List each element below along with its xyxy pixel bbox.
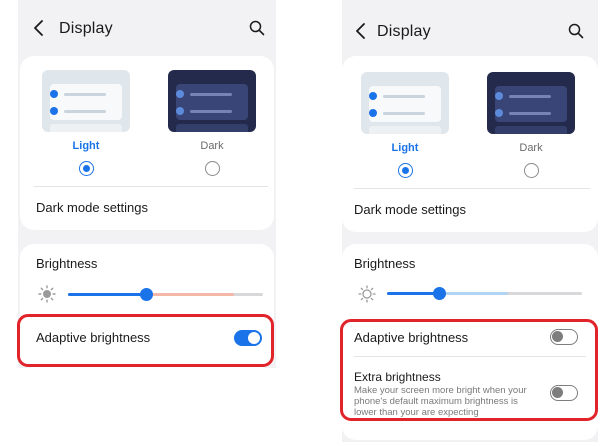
page-title: Display <box>377 23 431 40</box>
sun-icon <box>358 285 376 303</box>
brightness-slider-fill <box>68 293 146 296</box>
light-theme-label: Light <box>72 140 100 152</box>
dark-mode-settings-item[interactable]: Dark mode settings <box>36 200 148 215</box>
dark-theme-preview[interactable] <box>487 72 575 134</box>
search-icon[interactable] <box>568 23 584 39</box>
app-bar: Display <box>18 0 276 56</box>
light-theme-preview[interactable] <box>42 70 130 132</box>
chevron-left-icon[interactable] <box>32 20 46 36</box>
light-theme-radio[interactable] <box>398 163 413 178</box>
brightness-slider-thumb[interactable] <box>139 288 153 301</box>
brightness-label: Brightness <box>36 256 98 271</box>
theme-card: Light Dark Dark mode settings <box>342 56 598 232</box>
light-theme-preview[interactable] <box>361 72 449 134</box>
divider <box>354 188 590 189</box>
brightness-label: Brightness <box>354 256 416 271</box>
highlight-annotation <box>340 319 598 421</box>
highlight-annotation <box>17 314 274 367</box>
divider <box>34 186 268 187</box>
search-icon[interactable] <box>249 20 265 36</box>
dark-mode-settings-item[interactable]: Dark mode settings <box>354 202 466 217</box>
sun-icon <box>38 285 56 303</box>
dark-theme-label: Dark <box>200 140 224 152</box>
chevron-left-icon[interactable] <box>354 23 368 39</box>
brightness-slider-fill <box>387 292 440 295</box>
dark-theme-label: Dark <box>519 142 543 154</box>
light-theme-radio[interactable] <box>79 161 94 176</box>
dark-theme-radio[interactable] <box>524 163 539 178</box>
dark-theme-preview[interactable] <box>168 70 256 132</box>
page-title: Display <box>59 20 113 37</box>
theme-card: Light Dark Dark mode settings <box>20 56 274 230</box>
app-bar: Display <box>342 0 598 56</box>
dark-theme-radio[interactable] <box>205 161 220 176</box>
settings-screen-left: Display Light Dark Dark mode settings Br… <box>18 0 276 368</box>
brightness-slider-thumb[interactable] <box>433 287 447 300</box>
light-theme-label: Light <box>391 142 419 154</box>
